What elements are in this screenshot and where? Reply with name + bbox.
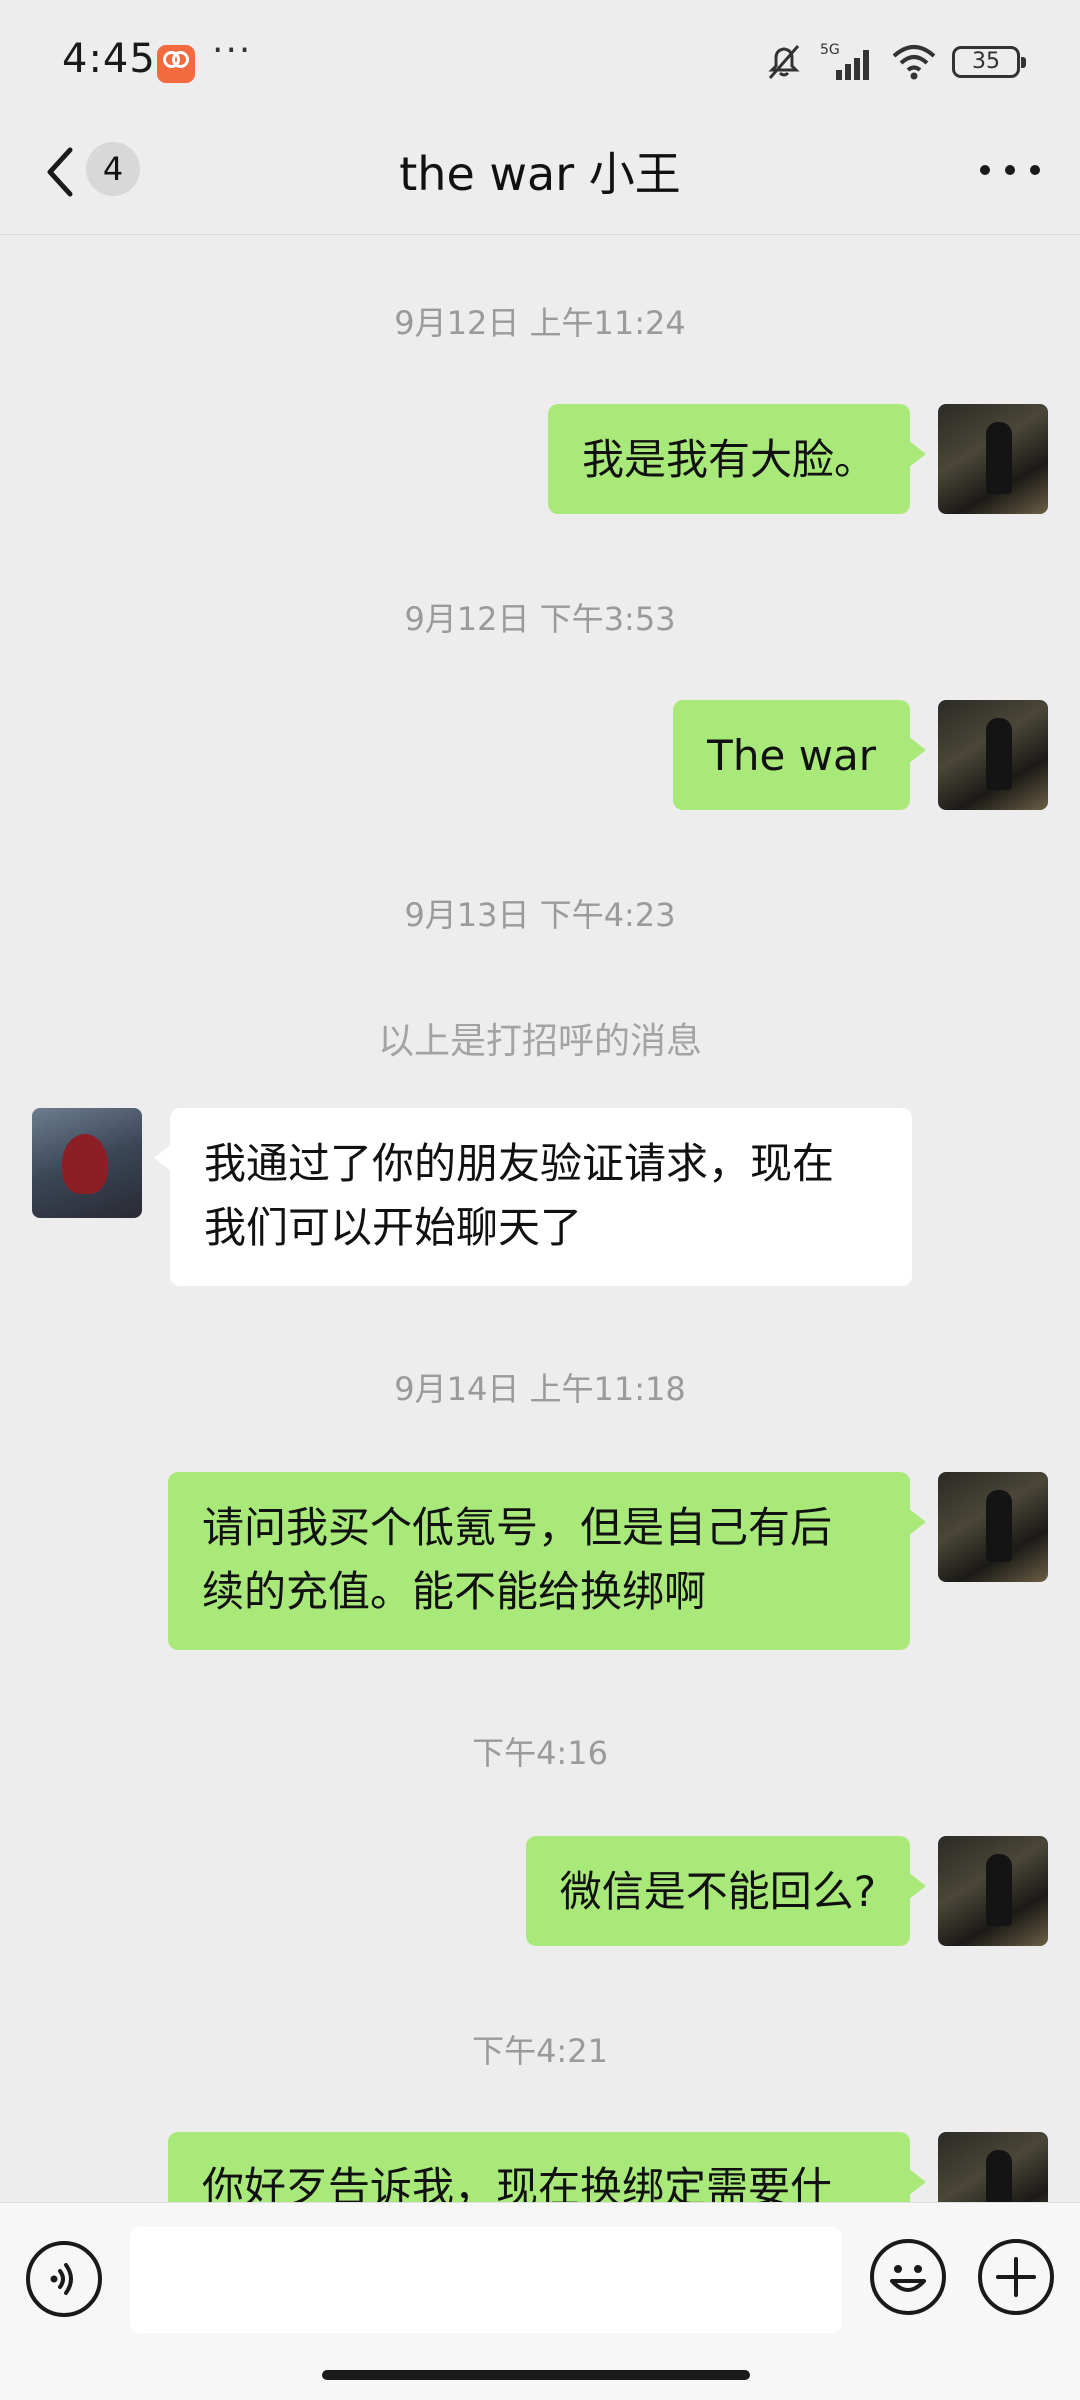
message-timestamp: 下午4:16 — [472, 1734, 608, 1772]
message-text: 我是我有大脸。 — [581, 435, 876, 484]
app-notification-icon — [157, 45, 195, 83]
message-timestamp: 下午4:21 — [472, 2032, 608, 2070]
my-avatar[interactable] — [938, 404, 1048, 514]
status-indicators: 5G 35 — [762, 38, 1026, 86]
emoji-icon — [890, 2265, 926, 2292]
my-avatar[interactable] — [938, 1836, 1048, 1946]
message-text-line: 我通过了你的朋友验证请求，现在 — [204, 1139, 835, 1188]
more-dot — [1030, 165, 1040, 175]
emoji-button[interactable] — [870, 2239, 946, 2315]
message-text: The war — [707, 731, 876, 780]
battery-icon: 35 — [952, 46, 1026, 78]
more-dot — [980, 165, 990, 175]
chat-title: the war 小王 — [399, 147, 681, 201]
message-text-line: 我们可以开始聊天了 — [204, 1203, 583, 1252]
system-notice: 以上是打招呼的消息 — [377, 1021, 702, 1062]
message-timestamp: 9月13日 下午4:23 — [404, 896, 676, 934]
message-input[interactable] — [130, 2227, 842, 2333]
mute-icon — [768, 45, 800, 79]
message-bubble-sent[interactable]: 我是我有大脸。 — [547, 404, 927, 514]
message-bubble-sent[interactable]: The war — [673, 700, 926, 810]
status-bar: 4:45 ··· 5G 35 — [0, 0, 1080, 120]
message-timestamp: 9月14日 上午11:18 — [394, 1370, 686, 1408]
plus-icon — [996, 2257, 1036, 2297]
more-options-button[interactable] — [980, 150, 1040, 190]
chat-screen: 4:45 ··· 5G 35 4 the war 小王 9月12日 上午11:2… — [0, 0, 1080, 2400]
contact-avatar[interactable] — [32, 1108, 142, 1218]
message-text-line: 续的充值。能不能给换绑啊 — [202, 1567, 707, 1616]
message-timestamp: 9月12日 上午11:24 — [394, 304, 686, 342]
more-functions-button[interactable] — [978, 2239, 1054, 2315]
network-type: 5G — [820, 42, 840, 58]
my-avatar[interactable] — [938, 700, 1048, 810]
voice-input-button[interactable] — [26, 2241, 102, 2317]
message-bubble-sent[interactable]: 微信是不能回么? — [525, 1836, 927, 1946]
message-text-line: 请问我买个低氪号，但是自己有后 — [202, 1503, 833, 1552]
more-dot — [1005, 165, 1015, 175]
home-indicator[interactable] — [322, 2370, 750, 2380]
wifi-icon — [892, 45, 936, 80]
message-text: 微信是不能回么? — [559, 1867, 876, 1916]
message-timestamp: 9月12日 下午3:53 — [404, 600, 676, 638]
status-time: 4:45 — [62, 36, 156, 82]
message-bubble-received[interactable]: 我通过了你的朋友验证请求，现在 我们可以开始聊天了 — [154, 1108, 912, 1286]
voice-icon — [50, 2263, 73, 2295]
message-bubble-sent[interactable]: 请问我买个低氪号，但是自己有后 续的充值。能不能给换绑啊 — [168, 1472, 926, 1650]
signal-icon: 5G — [820, 42, 869, 80]
status-more-icon: ··· — [212, 30, 253, 71]
my-avatar[interactable] — [938, 1472, 1048, 1582]
